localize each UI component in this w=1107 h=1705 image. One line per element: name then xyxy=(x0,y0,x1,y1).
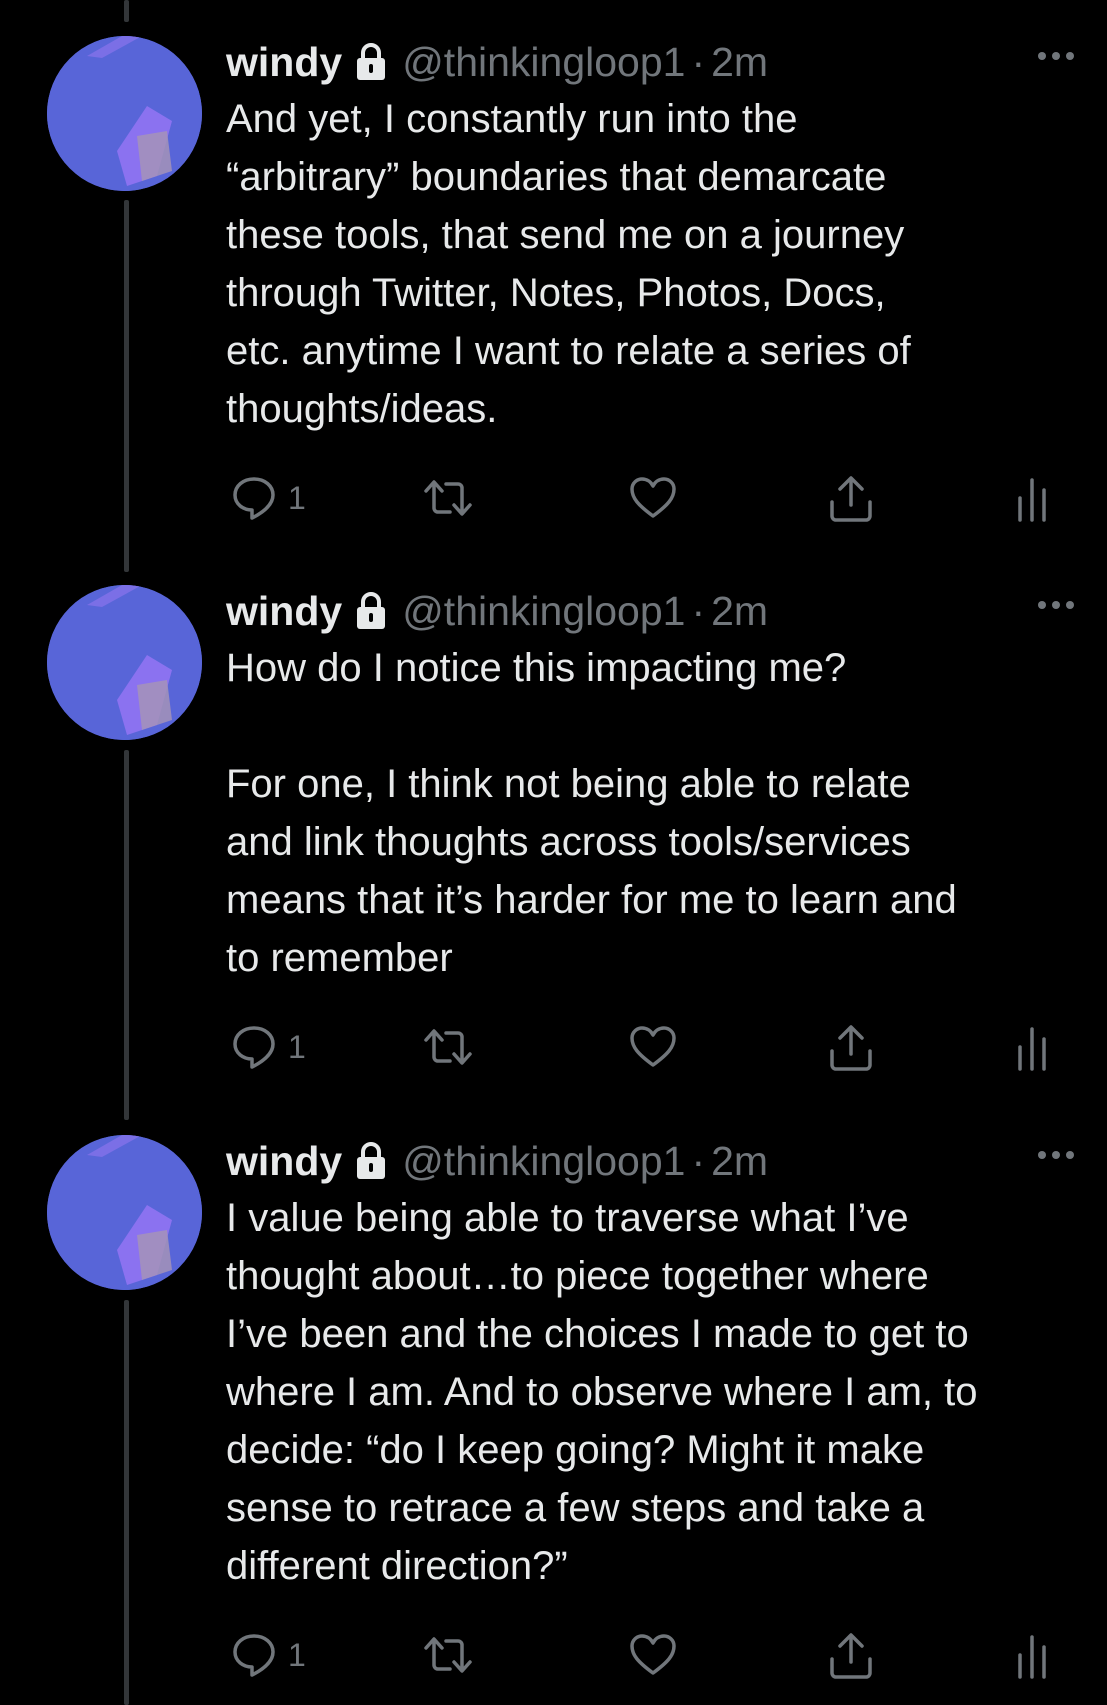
thread-line-1 xyxy=(124,200,129,572)
user-handle[interactable]: @thinkingloop1 xyxy=(402,39,685,86)
avatar[interactable] xyxy=(47,1135,202,1290)
action-bar: 1 xyxy=(226,1023,1076,1083)
tweet-text: How do I notice this impacting me? For o… xyxy=(226,646,957,980)
like-button[interactable] xyxy=(628,474,678,522)
like-icon xyxy=(630,1026,676,1067)
tweet-text: I value being able to traverse what I’ve… xyxy=(226,1196,978,1588)
reply-count: 1 xyxy=(288,1636,306,1673)
avatar-image xyxy=(47,1135,202,1290)
reply-button[interactable]: 1 xyxy=(230,1631,306,1679)
retweet-icon xyxy=(424,1637,472,1673)
lock-icon xyxy=(357,43,386,80)
more-icon[interactable] xyxy=(1036,1149,1076,1161)
user-handle[interactable]: @thinkingloop1 xyxy=(402,1138,685,1185)
analytics-button[interactable] xyxy=(1014,1023,1050,1073)
separator-dot: · xyxy=(691,38,706,85)
share-icon xyxy=(830,1633,872,1679)
avatar-image xyxy=(47,585,202,740)
like-icon xyxy=(630,477,676,518)
thread-line-top xyxy=(124,0,129,22)
timestamp[interactable]: 2m xyxy=(711,588,768,635)
share-button[interactable] xyxy=(826,1023,876,1073)
like-button[interactable] xyxy=(628,1631,678,1679)
thread-line-2 xyxy=(124,750,129,1120)
display-name[interactable]: windy xyxy=(226,39,342,86)
thread-line-3 xyxy=(124,1300,129,1705)
timestamp[interactable]: 2m xyxy=(711,1138,768,1185)
lock-icon xyxy=(357,592,386,629)
tweet-header: windy @thinkingloop1 · 2m xyxy=(226,36,1076,88)
action-bar: 1 xyxy=(226,1631,1076,1691)
retweet-button[interactable] xyxy=(420,1023,476,1071)
like-icon xyxy=(630,1634,676,1675)
action-bar: 1 xyxy=(226,474,1076,534)
analytics-button[interactable] xyxy=(1014,1631,1050,1681)
retweet-icon xyxy=(424,1029,472,1065)
avatar[interactable] xyxy=(47,585,202,740)
reply-count: 1 xyxy=(288,479,306,516)
display-name[interactable]: windy xyxy=(226,1138,342,1185)
separator-dot: · xyxy=(691,1137,706,1184)
avatar-image xyxy=(47,36,202,191)
more-icon[interactable] xyxy=(1036,50,1076,62)
analytics-icon xyxy=(1018,478,1046,522)
timestamp[interactable]: 2m xyxy=(711,39,768,86)
share-button[interactable] xyxy=(826,474,876,524)
reply-icon xyxy=(233,477,275,520)
share-icon xyxy=(830,1025,872,1071)
reply-icon xyxy=(233,1026,275,1069)
retweet-button[interactable] xyxy=(420,474,476,522)
tweet-header: windy @thinkingloop1 · 2m xyxy=(226,585,1076,637)
lock-icon xyxy=(357,1142,386,1179)
analytics-icon xyxy=(1018,1027,1046,1071)
analytics-icon xyxy=(1018,1635,1046,1679)
user-handle[interactable]: @thinkingloop1 xyxy=(402,588,685,635)
reply-button[interactable]: 1 xyxy=(230,1023,306,1071)
tweet-text: And yet, I constantly run into the “arbi… xyxy=(226,97,911,431)
retweet-button[interactable] xyxy=(420,1631,476,1679)
share-icon xyxy=(830,476,872,522)
analytics-button[interactable] xyxy=(1014,474,1050,524)
avatar[interactable] xyxy=(47,36,202,191)
retweet-icon xyxy=(424,480,472,516)
more-icon[interactable] xyxy=(1036,599,1076,611)
tweet-header: windy @thinkingloop1 · 2m xyxy=(226,1135,1076,1187)
display-name[interactable]: windy xyxy=(226,588,342,635)
like-button[interactable] xyxy=(628,1023,678,1071)
share-button[interactable] xyxy=(826,1631,876,1681)
reply-button[interactable]: 1 xyxy=(230,474,306,522)
reply-count: 1 xyxy=(288,1028,306,1065)
reply-icon xyxy=(233,1634,275,1677)
separator-dot: · xyxy=(691,587,706,634)
